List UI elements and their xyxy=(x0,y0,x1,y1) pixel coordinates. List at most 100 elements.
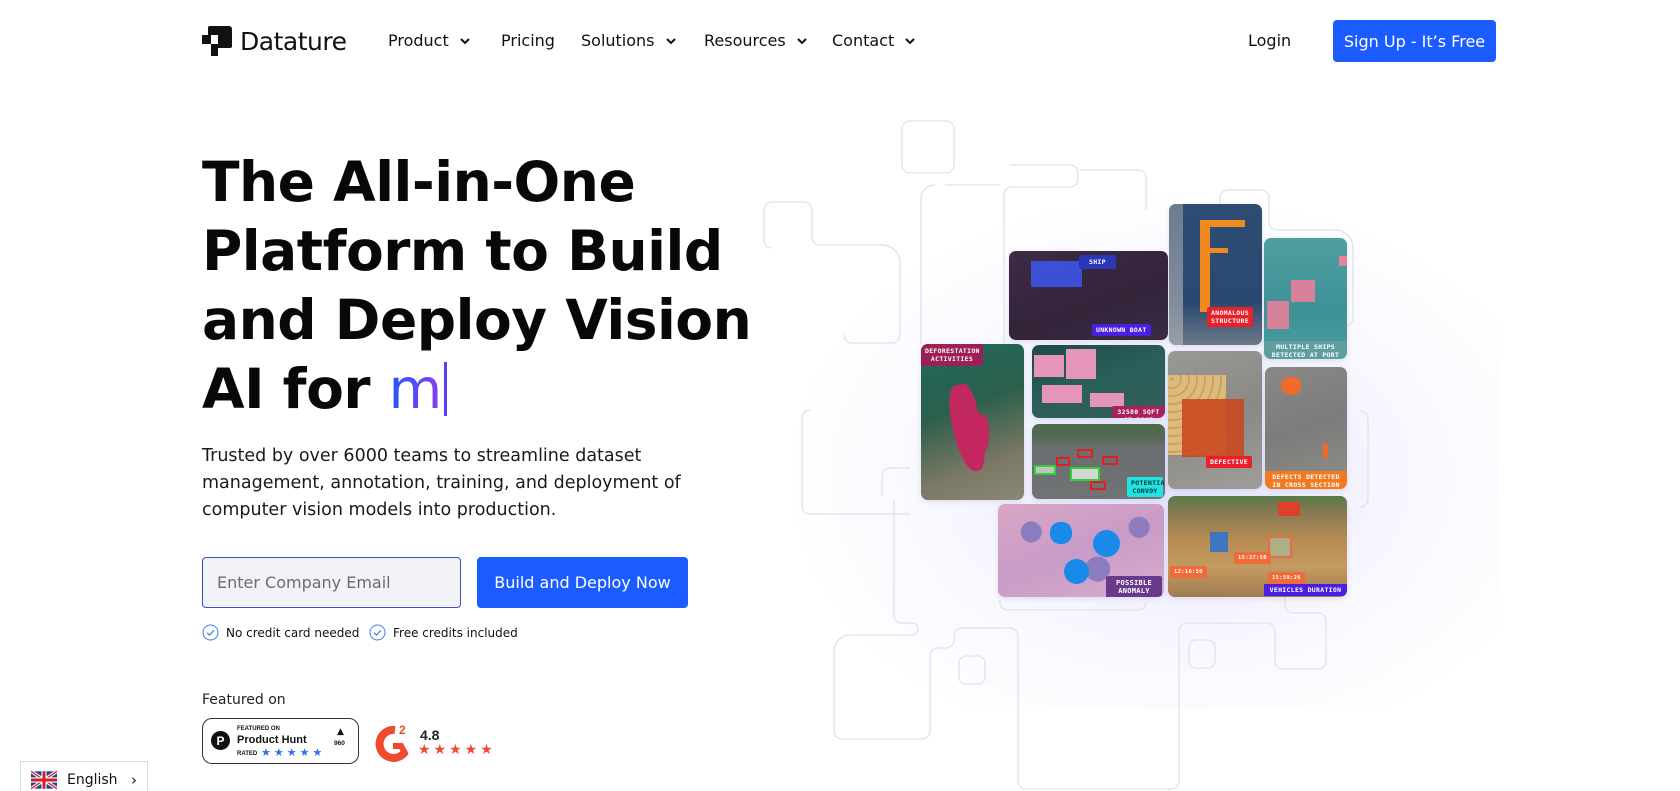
perk-label: Free credits included xyxy=(393,625,518,640)
ship-box-3 xyxy=(1339,256,1347,266)
excavator-box-blue xyxy=(1210,532,1228,552)
ship-box-1 xyxy=(1291,280,1315,302)
collage-tile-cross-section: DEFECTS DETECTED IN CROSS SECTION xyxy=(1265,367,1347,489)
structure-segmentation-arm xyxy=(1200,220,1245,227)
nav-product[interactable]: Product xyxy=(388,31,471,50)
check-circle-icon xyxy=(202,624,219,641)
chevron-down-icon xyxy=(905,37,915,44)
ph-name: Product Hunt xyxy=(237,734,307,746)
nav-pricing[interactable]: Pricing xyxy=(501,31,555,50)
datature-logo-icon xyxy=(202,26,232,56)
nav-solutions[interactable]: Solutions xyxy=(581,31,677,50)
collage-tile-multiple-ships: MULTIPLE SHIPS DETECTED AT PORT C xyxy=(1264,238,1347,359)
crack-segmentation-2 xyxy=(1323,443,1328,459)
collage-tile-convoy: POTENTIAL CONVOY xyxy=(1032,424,1165,499)
roof-segment-2 xyxy=(1066,349,1096,379)
language-label: English xyxy=(67,772,118,788)
collage-tile-possible-anomaly: POSSIBLE ANOMALY xyxy=(998,504,1164,597)
headline-typed-text: m xyxy=(388,357,443,421)
roof-area-label: 32580 SQFT OF ROOF xyxy=(1112,406,1165,418)
g2-score: 4.8 xyxy=(420,727,440,743)
unknown-boat-label: UNKNOWN BOAT xyxy=(1092,324,1151,336)
nav-solutions-label: Solutions xyxy=(581,31,655,50)
typing-caret xyxy=(443,362,447,416)
collage-tile-ship: SHIP UNKNOWN BOAT xyxy=(1009,251,1168,340)
nav-contact-label: Contact xyxy=(832,31,895,50)
possible-anomaly-label: POSSIBLE ANOMALY xyxy=(1106,576,1162,597)
signup-button[interactable]: Sign Up - It’s Free xyxy=(1333,20,1496,62)
structure-segmentation-arm-2 xyxy=(1206,248,1228,253)
vehicle-box-green-1 xyxy=(1034,465,1056,475)
g2-star-rating-icon: ★★★★★ xyxy=(418,742,496,758)
perk-no-credit-card: No credit card needed xyxy=(202,624,359,641)
crack-segmentation-1 xyxy=(1281,377,1301,395)
featured-on-label: Featured on xyxy=(202,692,286,708)
uk-flag-icon xyxy=(31,769,57,791)
brand-logo[interactable]: Datature xyxy=(202,26,347,56)
language-selector[interactable]: English › xyxy=(20,761,148,791)
convoy-label: POTENTIAL CONVOY xyxy=(1127,477,1165,497)
red-container xyxy=(1278,502,1300,516)
cross-section-label: DEFECTS DETECTED IN CROSS SECTION xyxy=(1265,471,1347,489)
g2-logo-icon[interactable]: 2 xyxy=(375,722,413,762)
ph-star-rating-icon: ★★★★★ xyxy=(261,746,326,759)
brand-name: Datature xyxy=(240,26,347,56)
product-hunt-logo-icon: P xyxy=(211,731,230,750)
vehicle-box-red-1 xyxy=(1056,457,1070,466)
defect-segmentation xyxy=(1182,399,1244,457)
timestamp-1: 15:37:50 xyxy=(1234,552,1271,564)
deforestation-segmentation-2 xyxy=(971,414,989,454)
cell-detection-3 xyxy=(1064,559,1089,584)
svg-text:2: 2 xyxy=(399,723,406,737)
collage-tile-vehicles-duration: 15:37:50 12:16:50 15:59:26 VEHICLES DURA… xyxy=(1168,496,1347,597)
perk-label: No credit card needed xyxy=(226,625,360,640)
nav-resources-label: Resources xyxy=(704,31,786,50)
vehicle-box-green xyxy=(1268,536,1292,558)
vehicles-duration-label: VEHICLES DURATION xyxy=(1264,584,1347,596)
ship-label: SHIP xyxy=(1079,255,1116,269)
check-circle-icon xyxy=(369,624,386,641)
multiple-ships-label: MULTIPLE SHIPS DETECTED AT PORT C xyxy=(1264,341,1347,359)
collage-tile-roof: 32580 SQFT OF ROOF xyxy=(1032,345,1165,418)
build-and-deploy-button[interactable]: Build and Deploy Now xyxy=(477,557,688,608)
ph-upvote-count: 960 xyxy=(334,740,345,747)
chevron-down-icon xyxy=(797,37,807,44)
top-navigation: Datature Product Pricing Solutions Resou… xyxy=(0,0,1680,82)
vehicle-box-red-2 xyxy=(1077,449,1093,458)
company-email-input[interactable] xyxy=(202,557,461,608)
login-link[interactable]: Login xyxy=(1248,31,1291,50)
collage-tile-anomalous-structure: ANOMALOUS STRUCTURE xyxy=(1169,204,1262,345)
harbor-buildings xyxy=(1169,204,1183,345)
nav-resources[interactable]: Resources xyxy=(704,31,808,50)
defective-label: DEFECTIVE xyxy=(1206,456,1252,468)
collage-tile-defective: DEFECTIVE xyxy=(1168,351,1262,489)
headline-static-text: The All-in-One Platform to Build and Dep… xyxy=(202,150,752,421)
ship-box-2 xyxy=(1267,301,1289,329)
vehicle-box-green-2 xyxy=(1070,467,1100,481)
roof-segment-4 xyxy=(1090,393,1124,407)
vehicle-box-red-4 xyxy=(1090,481,1106,490)
cell-detection-1 xyxy=(1050,522,1072,544)
nav-contact[interactable]: Contact xyxy=(832,31,916,50)
nav-product-label: Product xyxy=(388,31,449,50)
upvote-arrow-icon: ▲ xyxy=(337,727,344,737)
ph-rated: RATED xyxy=(237,751,258,757)
structure-segmentation xyxy=(1200,222,1210,312)
hero-headline: The All-in-One Platform to Build and Dep… xyxy=(202,148,762,424)
deforestation-label: DEFORESTATION ACTIVITIES xyxy=(921,344,983,366)
collage-tile-deforestation: DEFORESTATION ACTIVITIES xyxy=(921,344,1024,500)
chevron-down-icon xyxy=(665,37,676,44)
perk-free-credits: Free credits included xyxy=(369,624,518,641)
cell-detection-2 xyxy=(1093,530,1120,557)
ph-featured-on: FEATURED ON xyxy=(237,726,280,732)
roof-segment-1 xyxy=(1034,355,1064,377)
timestamp-3: 15:59:26 xyxy=(1268,572,1305,584)
chevron-right-icon: › xyxy=(131,771,137,789)
timestamp-2: 12:16:50 xyxy=(1170,566,1207,578)
roof-segment-3 xyxy=(1042,385,1082,403)
ship-detection-box xyxy=(1031,261,1082,287)
product-hunt-badge[interactable]: P FEATURED ON Product Hunt RATED ★★★★★ ▲… xyxy=(202,718,359,764)
nav-pricing-label: Pricing xyxy=(501,31,555,50)
chevron-down-icon xyxy=(460,37,470,44)
anomalous-structure-label: ANOMALOUS STRUCTURE xyxy=(1207,307,1253,327)
